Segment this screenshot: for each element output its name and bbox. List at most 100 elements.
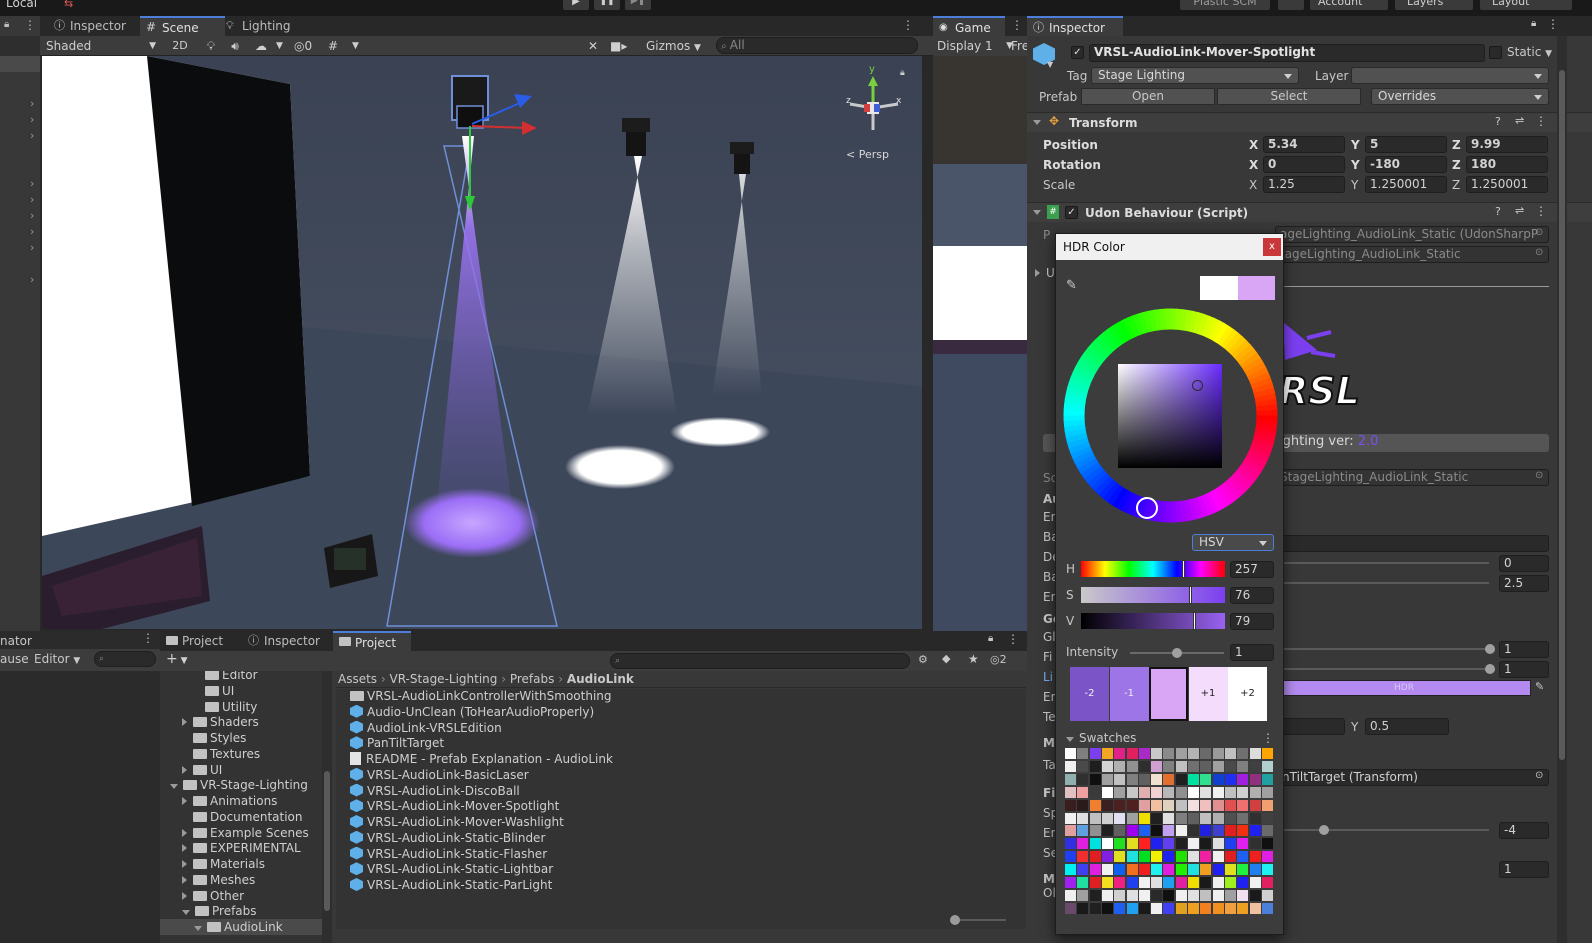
color-swatch[interactable] xyxy=(1224,799,1236,811)
color-swatch[interactable] xyxy=(1249,889,1261,901)
color-swatch[interactable] xyxy=(1175,825,1187,837)
color-swatch[interactable] xyxy=(1126,877,1138,888)
eyedropper-icon[interactable]: ✎ xyxy=(1066,278,1082,294)
color-swatch[interactable] xyxy=(1212,889,1224,901)
expand-arrow-icon[interactable] xyxy=(170,784,178,790)
color-swatch[interactable] xyxy=(1249,748,1261,759)
color-swatch[interactable] xyxy=(1101,760,1113,772)
tree-folder-row[interactable]: Example Scenes xyxy=(160,825,309,841)
slider-handle[interactable] xyxy=(1189,586,1192,604)
tab-inspector[interactable]: ⓘ Inspector xyxy=(48,16,134,36)
color-swatch[interactable] xyxy=(1151,812,1163,824)
color-swatch[interactable] xyxy=(1065,838,1076,850)
expand-arrow-icon[interactable] xyxy=(182,828,187,837)
color-swatch[interactable] xyxy=(1249,825,1261,837)
color-swatch[interactable] xyxy=(1249,760,1261,772)
color-swatch[interactable] xyxy=(1163,902,1175,914)
h-slider[interactable] xyxy=(1081,560,1225,578)
color-swatch[interactable] xyxy=(1237,864,1249,876)
color-swatch[interactable] xyxy=(1249,799,1261,811)
color-swatch[interactable] xyxy=(1224,889,1236,901)
color-swatch[interactable] xyxy=(1188,748,1199,759)
color-swatch[interactable] xyxy=(1138,812,1150,824)
color-swatch[interactable] xyxy=(1163,825,1175,837)
spin-speed-field[interactable]: -4 xyxy=(1499,822,1549,839)
color-swatch[interactable] xyxy=(1151,851,1163,863)
color-swatch[interactable] xyxy=(1224,851,1236,863)
color-swatch[interactable] xyxy=(1224,812,1236,824)
hidden-packages-toggle[interactable]: ◎2 xyxy=(990,653,1007,666)
tab-game[interactable]: ◉ Game xyxy=(933,16,1005,36)
color-swatch[interactable] xyxy=(1138,799,1150,811)
color-swatch[interactable] xyxy=(1101,748,1113,759)
color-swatch[interactable] xyxy=(1249,902,1261,914)
color-swatch[interactable] xyxy=(1224,838,1236,850)
color-swatch[interactable] xyxy=(1065,877,1076,888)
color-swatch[interactable] xyxy=(1212,902,1224,914)
color-swatch[interactable] xyxy=(1138,851,1150,863)
color-swatch[interactable] xyxy=(1114,799,1126,811)
expand-arrow-icon[interactable] xyxy=(182,860,187,868)
color-swatch[interactable] xyxy=(1065,786,1076,798)
expand-arrow-icon[interactable] xyxy=(182,718,187,727)
color-swatch[interactable] xyxy=(1101,889,1113,901)
color-swatch[interactable] xyxy=(1138,786,1150,798)
color-swatch[interactable] xyxy=(1175,877,1187,888)
swatches-menu-icon[interactable]: ⋮ xyxy=(1262,731,1274,745)
projection-toggle[interactable]: < Persp xyxy=(846,148,889,161)
udon-enabled-checkbox[interactable]: ✓ xyxy=(1065,206,1078,219)
color-swatch[interactable] xyxy=(1200,877,1212,888)
color-swatch[interactable] xyxy=(1126,889,1138,901)
spin-speed-slider[interactable] xyxy=(1277,825,1489,835)
program-source-field[interactable]: ageLighting_AudioLink_Static (UdonSharpP xyxy=(1275,226,1549,243)
light-color-hdr-swatch[interactable]: HDR xyxy=(1277,680,1531,696)
color-swatch[interactable] xyxy=(1101,877,1113,888)
tab-inspector-2[interactable]: ⓘ Inspector xyxy=(242,631,328,651)
color-swatch[interactable] xyxy=(1126,825,1138,837)
color-swatch[interactable] xyxy=(1138,748,1150,759)
exposure-stop-button[interactable]: +2 xyxy=(1228,667,1267,721)
color-swatch[interactable] xyxy=(1065,864,1076,876)
global-intensity-field[interactable]: 1 xyxy=(1499,641,1549,658)
color-swatch[interactable] xyxy=(1089,838,1101,850)
color-swatch[interactable] xyxy=(1101,864,1113,876)
color-swatch[interactable] xyxy=(1101,799,1113,811)
create-button[interactable]: + ▼ xyxy=(166,651,188,667)
color-swatch[interactable] xyxy=(1175,812,1187,824)
color-swatch[interactable] xyxy=(1249,773,1261,785)
preset-icon[interactable]: ⇌ xyxy=(1515,114,1524,127)
color-swatch[interactable] xyxy=(1163,773,1175,785)
slider-handle[interactable] xyxy=(1172,648,1182,658)
color-swatch[interactable] xyxy=(1237,889,1249,901)
expand-arrow-icon[interactable] xyxy=(182,891,187,900)
color-swatch[interactable] xyxy=(1200,889,1212,901)
color-swatch[interactable] xyxy=(1138,760,1150,772)
color-swatch[interactable] xyxy=(1065,748,1076,759)
favorite-icon[interactable]: ★ xyxy=(968,652,979,666)
position-y-field[interactable]: 5 xyxy=(1365,136,1447,153)
intensity-slider[interactable] xyxy=(1130,648,1224,658)
color-swatch[interactable] xyxy=(1261,825,1273,837)
color-swatch[interactable] xyxy=(1089,889,1101,901)
color-swatch[interactable] xyxy=(1151,889,1163,901)
exposure-stop-button[interactable] xyxy=(1149,667,1188,721)
editor-dropdown[interactable]: Editor ▼ xyxy=(34,652,80,666)
gizmos-dropdown[interactable]: Gizmos ▼ xyxy=(646,37,701,55)
color-swatch[interactable] xyxy=(1212,877,1224,888)
tree-folder-row[interactable]: UI xyxy=(160,683,234,699)
color-swatch[interactable] xyxy=(1188,773,1199,785)
color-swatch[interactable] xyxy=(1261,812,1273,824)
color-swatch[interactable] xyxy=(1261,851,1273,863)
position-x-field[interactable]: 5.34 xyxy=(1263,136,1345,153)
s-slider[interactable] xyxy=(1081,586,1225,604)
color-swatch[interactable] xyxy=(1212,864,1224,876)
color-swatch[interactable] xyxy=(1249,812,1261,824)
color-swatch[interactable] xyxy=(1188,825,1199,837)
color-swatch[interactable] xyxy=(1114,825,1126,837)
color-swatch[interactable] xyxy=(1200,748,1212,759)
help-icon[interactable]: ? xyxy=(1495,115,1501,128)
color-swatch[interactable] xyxy=(1163,851,1175,863)
color-swatch[interactable] xyxy=(1151,773,1163,785)
step-button[interactable]: ▶❚ xyxy=(625,0,651,10)
color-swatch[interactable] xyxy=(1077,799,1089,811)
